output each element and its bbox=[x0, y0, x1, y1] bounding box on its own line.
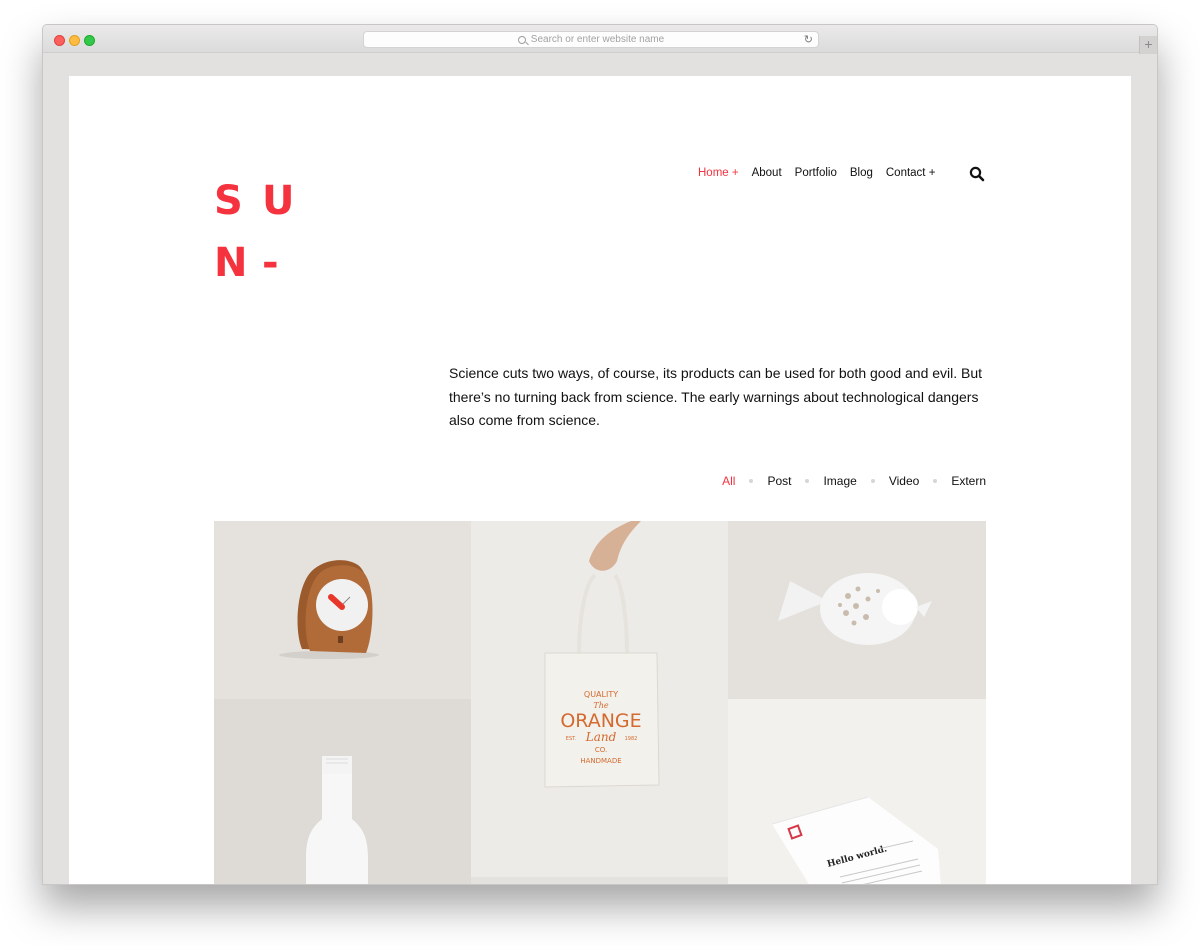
tote-bag-image: QUALITY The ORANGE EST. Land 1982 CO. HA… bbox=[544, 521, 660, 788]
screen: Search or enter website name ↻ + SU N- H… bbox=[0, 0, 1200, 946]
close-window-button[interactable] bbox=[54, 35, 65, 46]
intro-paragraph: Science cuts two ways, of course, its pr… bbox=[449, 365, 983, 428]
tote-print-the: The bbox=[593, 701, 608, 710]
tote-print-orange: ORANGE bbox=[560, 710, 641, 732]
portfolio-item-clock[interactable] bbox=[214, 521, 471, 699]
portfolio-grid: QUALITY The ORANGE EST. Land 1982 CO. HA… bbox=[214, 521, 986, 884]
portfolio-item-next[interactable] bbox=[471, 877, 728, 884]
filter-post[interactable]: Post bbox=[767, 474, 791, 488]
zoom-window-button[interactable] bbox=[84, 35, 95, 46]
portfolio-item-tote-bag[interactable]: QUALITY The ORANGE EST. Land 1982 CO. HA… bbox=[471, 521, 728, 877]
tote-print-est: EST. bbox=[566, 736, 577, 742]
web-page: SU N- Home + About Portfolio Blog Contac… bbox=[69, 76, 1131, 884]
portfolio-filters: All Post Image Video Extern bbox=[722, 474, 986, 488]
filter-video[interactable]: Video bbox=[889, 474, 919, 488]
tote-print-year: 1982 bbox=[625, 736, 638, 742]
filter-all[interactable]: All bbox=[722, 474, 735, 488]
separator-dot bbox=[870, 479, 875, 483]
portfolio-item-letterhead[interactable]: Hello world. bbox=[728, 699, 986, 884]
portfolio-item-bottle[interactable] bbox=[214, 699, 471, 884]
letterhead-image: Hello world. bbox=[771, 796, 941, 884]
nav-about[interactable]: About bbox=[752, 167, 782, 179]
filter-image[interactable]: Image bbox=[823, 474, 856, 488]
nav-portfolio[interactable]: Portfolio bbox=[795, 167, 837, 179]
logo-letter: - bbox=[262, 240, 279, 286]
separator-dot bbox=[805, 479, 810, 483]
white-bottle-image bbox=[306, 756, 368, 884]
main-nav: Home + About Portfolio Blog Contact + bbox=[698, 167, 935, 179]
site-logo[interactable]: SU N- bbox=[214, 170, 310, 294]
tote-print-land: Land bbox=[585, 730, 617, 744]
filter-extern[interactable]: Extern bbox=[951, 474, 986, 488]
tote-print-handmade: HANDMADE bbox=[580, 757, 621, 765]
portfolio-item-fish[interactable] bbox=[728, 521, 986, 699]
ceramic-fish-image bbox=[778, 573, 932, 645]
search-icon bbox=[969, 166, 985, 182]
nav-blog[interactable]: Blog bbox=[850, 167, 873, 179]
nav-home[interactable]: Home + bbox=[698, 167, 739, 179]
address-bar-placeholder: Search or enter website name bbox=[530, 34, 665, 45]
logo-letter: S bbox=[214, 178, 243, 224]
wooden-clock-image bbox=[279, 560, 379, 659]
minimize-window-button[interactable] bbox=[69, 35, 80, 46]
browser-titlebar: Search or enter website name ↻ bbox=[43, 25, 1157, 53]
address-bar[interactable]: Search or enter website name ↻ bbox=[363, 31, 819, 48]
new-tab-button[interactable]: + bbox=[1139, 36, 1157, 54]
nav-contact[interactable]: Contact + bbox=[886, 167, 936, 179]
site-search-button[interactable] bbox=[969, 166, 985, 182]
logo-letter: U bbox=[262, 178, 295, 224]
reload-icon[interactable]: ↻ bbox=[804, 33, 813, 46]
logo-letter: N bbox=[214, 240, 248, 286]
separator-dot bbox=[749, 479, 754, 483]
browser-window: Search or enter website name ↻ + SU N- H… bbox=[42, 24, 1158, 885]
separator-dot bbox=[933, 479, 938, 483]
tote-print-quality: QUALITY bbox=[584, 690, 618, 699]
tote-print-co: CO. bbox=[595, 746, 607, 754]
search-icon bbox=[517, 35, 526, 44]
